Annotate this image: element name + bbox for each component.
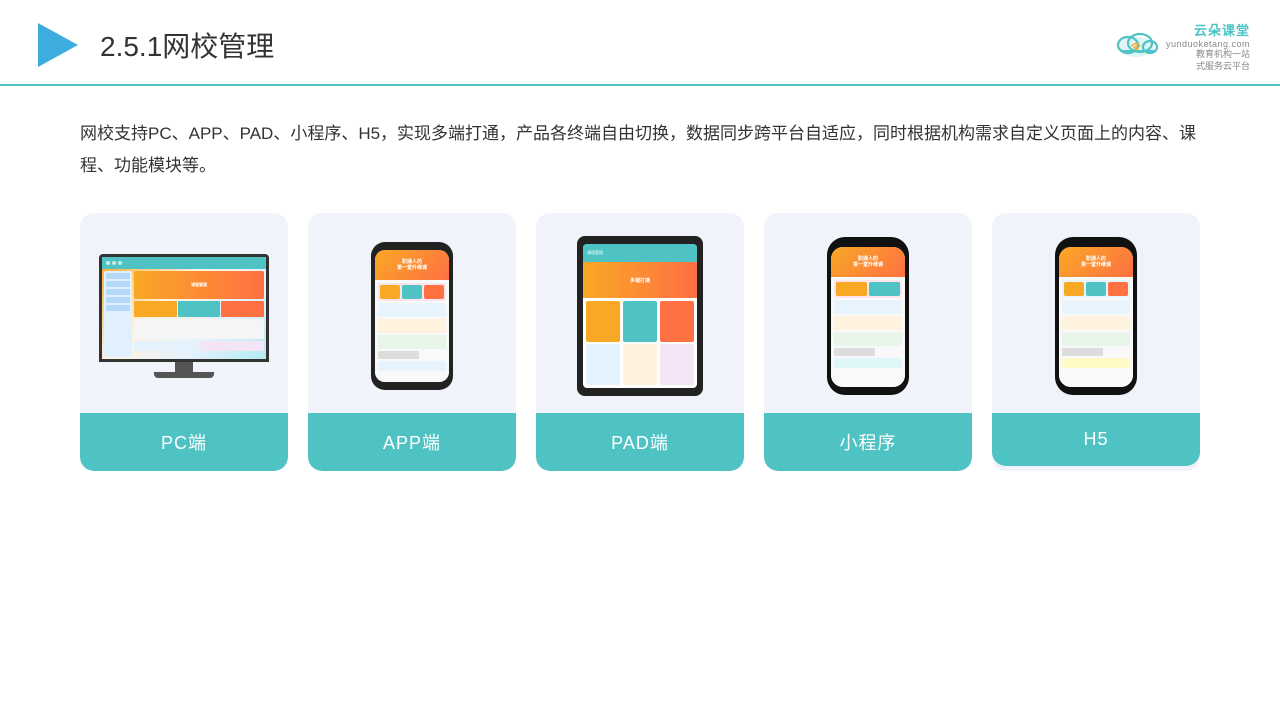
- logo-slogan-line1: 教育机构一站: [1196, 49, 1250, 61]
- header: 2.5.1网校管理 云朵课堂 yunduoketang.com 教育机: [0, 0, 1280, 86]
- logo-area: 云朵课堂 yunduoketang.com 教育机构一站 式服务云平台: [1112, 18, 1250, 72]
- card-app: 职通人的第一堂升维课: [308, 213, 516, 471]
- logo-main-text: 云朵课堂: [1194, 20, 1250, 39]
- card-pc-label: PC端: [80, 413, 288, 471]
- card-pad-label: PAD端: [536, 413, 744, 471]
- play-icon: [30, 19, 82, 71]
- cards-area: 课程管理: [0, 181, 1280, 471]
- monitor-screen: 课程管理: [99, 254, 269, 362]
- page-title: 2.5.1网校管理: [100, 25, 274, 65]
- card-pc: 课程管理: [80, 213, 288, 471]
- card-app-image: 职通人的第一堂升维课: [308, 213, 516, 413]
- card-h5-label: H5: [992, 413, 1200, 466]
- logo-domain: yunduoketang.com: [1166, 39, 1250, 49]
- header-left: 2.5.1网校管理: [30, 19, 274, 71]
- pad-tablet: 课程管理 多端打通: [575, 236, 705, 396]
- card-miniprogram-image: 职通人的第一堂升维课: [764, 213, 972, 413]
- card-miniprogram: 职通人的第一堂升维课: [764, 213, 972, 471]
- h5-phone: 职通人的第一堂升维课: [1051, 237, 1141, 395]
- card-pad-image: 课程管理 多端打通: [536, 213, 744, 413]
- miniprogram-phone: 职通人的第一堂升维课: [823, 237, 913, 395]
- card-app-label: APP端: [308, 413, 516, 471]
- logo-text-area: 云朵课堂 yunduoketang.com 教育机构一站 式服务云平台: [1166, 20, 1250, 72]
- cloud-logo-icon: [1112, 29, 1160, 61]
- description-content: 网校支持PC、APP、PAD、小程序、H5，实现多端打通，产品各终端自由切换，数…: [80, 124, 1196, 174]
- app-phone: 职通人的第一堂升维课: [367, 242, 457, 390]
- card-miniprogram-label: 小程序: [764, 413, 972, 471]
- description-text: 网校支持PC、APP、PAD、小程序、H5，实现多端打通，产品各终端自由切换，数…: [0, 86, 1280, 181]
- pc-monitor: 课程管理: [94, 254, 274, 378]
- logo-slogan-line2: 式服务云平台: [1196, 61, 1250, 73]
- card-h5-image: 职通人的第一堂升维课: [992, 213, 1200, 413]
- card-pad: 课程管理 多端打通: [536, 213, 744, 471]
- card-pc-image: 课程管理: [80, 213, 288, 413]
- card-h5: 职通人的第一堂升维课: [992, 213, 1200, 471]
